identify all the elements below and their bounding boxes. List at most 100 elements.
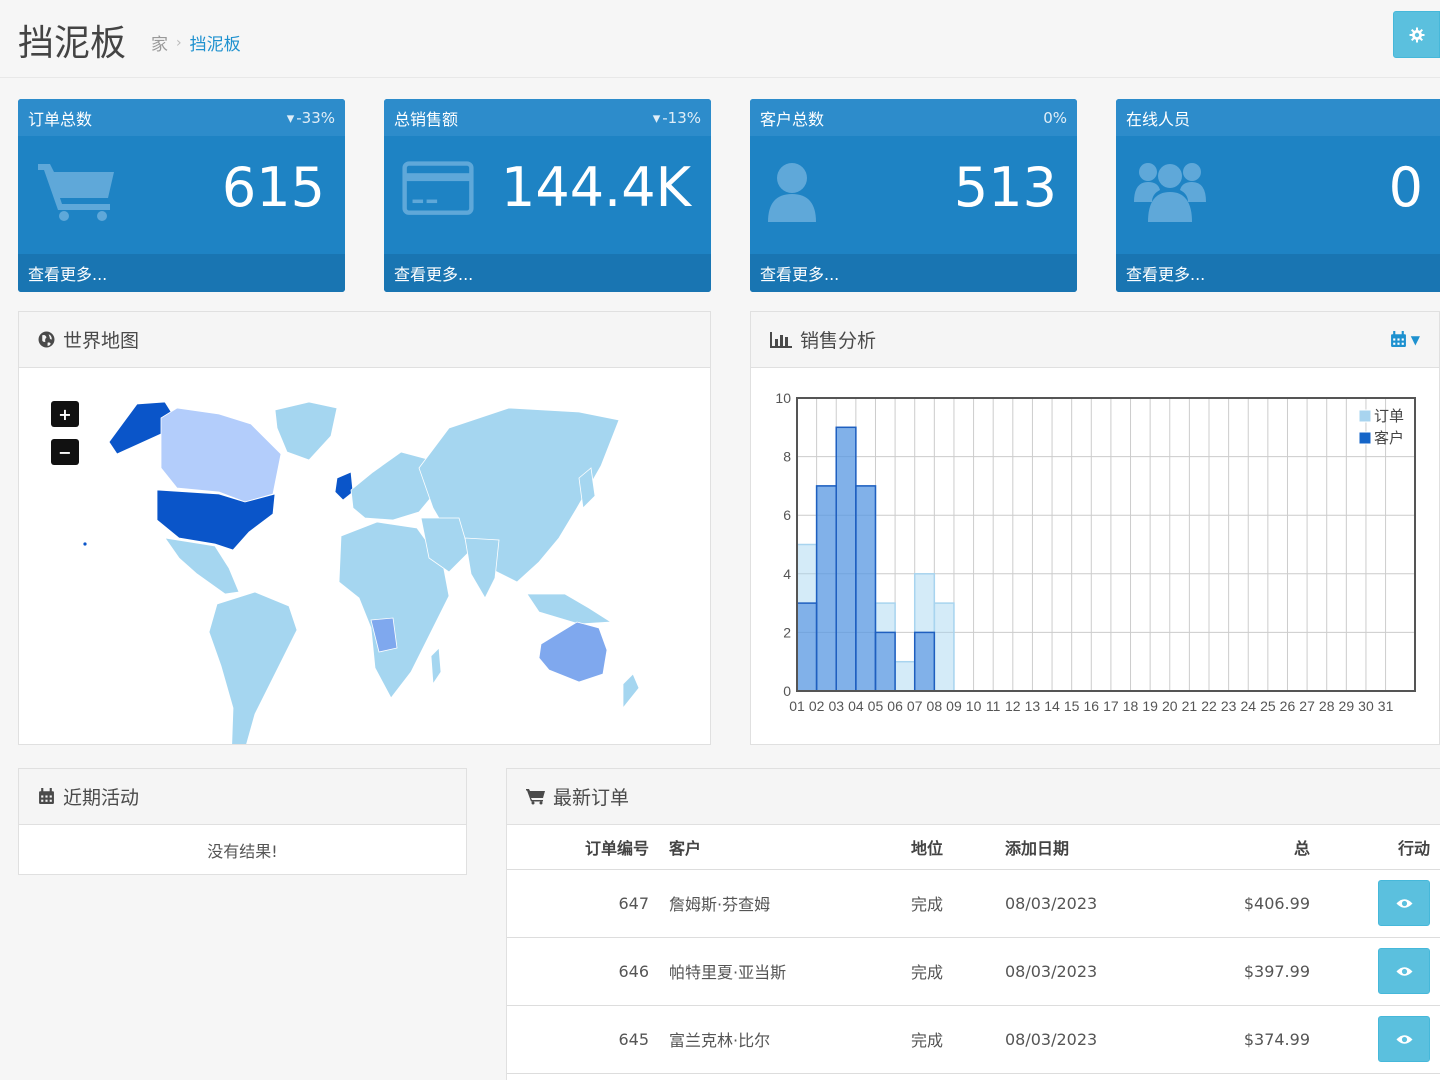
col-order-id[interactable]: 订单编号: [507, 825, 659, 870]
tile-title: 总销售额: [394, 109, 459, 129]
settings-button[interactable]: [1393, 11, 1440, 58]
y-tick-label: 4: [783, 566, 791, 582]
breadcrumb-current[interactable]: 挡泥板: [190, 30, 241, 55]
col-status[interactable]: 地位: [901, 825, 995, 870]
world-map-panel: 世界地图 + −: [18, 311, 711, 745]
order-total: $397.99: [1175, 937, 1320, 1006]
x-tick-label: 21: [1182, 698, 1198, 714]
map-country-canada: [160, 407, 282, 503]
view-more-link[interactable]: 查看更多...: [384, 254, 711, 292]
view-more-link[interactable]: 查看更多...: [1116, 254, 1440, 292]
map-country-new-zealand: [622, 673, 640, 710]
page-title: 挡泥板: [18, 23, 127, 64]
orders-table: 订单编号 客户 地位 添加日期 总 行动 647 詹姆斯·芬查姆 完成 08/0…: [507, 825, 1440, 1074]
order-customer: 帕特里夏·亚当斯: [659, 937, 901, 1006]
x-tick-label: 09: [946, 698, 962, 714]
tile-title: 在线人员: [1126, 109, 1191, 129]
y-tick-label: 10: [775, 390, 791, 406]
order-total: $406.99: [1175, 869, 1320, 938]
x-tick-label: 15: [1064, 698, 1080, 714]
bar-orders: [894, 660, 916, 692]
order-date: 08/03/2023: [995, 869, 1175, 938]
map-country-greenland: [274, 401, 338, 461]
y-tick-label: 8: [783, 449, 791, 465]
view-order-button[interactable]: [1378, 948, 1430, 994]
order-date: 08/03/2023: [995, 1005, 1175, 1074]
x-tick-label: 03: [828, 698, 844, 714]
tile-value: 144.4K: [500, 156, 691, 219]
bar-customers: [874, 631, 896, 692]
x-tick-label: 24: [1240, 698, 1256, 714]
date-range-dropdown[interactable]: ▼: [1390, 331, 1420, 348]
x-tick-label: 22: [1201, 698, 1217, 714]
col-total[interactable]: 总: [1175, 825, 1320, 870]
bar-orders: [933, 602, 955, 692]
map-country-hawaii: [82, 541, 88, 547]
map-country-australia: [538, 621, 608, 683]
tile-total-sales: 总销售额 ▾ -13% 144.4K 查看更多...: [384, 99, 711, 292]
order-status: 完成: [901, 869, 995, 938]
tile-delta: -33%: [296, 108, 335, 127]
tile-total-customers: 客户总数 0% 513 查看更多...: [750, 99, 1077, 292]
order-date: 08/03/2023: [995, 937, 1175, 1006]
view-order-button[interactable]: [1378, 1016, 1430, 1062]
panel-title: 最新订单: [553, 787, 630, 809]
view-order-button[interactable]: [1378, 880, 1430, 926]
col-date-added[interactable]: 添加日期: [995, 825, 1175, 870]
x-tick-label: 10: [966, 698, 982, 714]
world-map[interactable]: + −: [19, 368, 710, 744]
x-tick-label: 26: [1280, 698, 1296, 714]
x-tick-label: 18: [1123, 698, 1139, 714]
x-tick-label: 28: [1319, 698, 1335, 714]
user-icon: [768, 163, 816, 222]
col-customer[interactable]: 客户: [659, 825, 901, 870]
x-tick-label: 29: [1339, 698, 1355, 714]
empty-message: 没有结果!: [207, 842, 278, 861]
y-tick-label: 2: [783, 624, 791, 640]
bar-customers: [815, 485, 837, 692]
calendar-icon: [39, 788, 54, 804]
x-tick-label: 05: [868, 698, 884, 714]
table-row: 647 詹姆斯·芬查姆 完成 08/03/2023 $406.99: [507, 869, 1440, 938]
panel-title: 世界地图: [63, 330, 140, 352]
legend-label: 订单: [1374, 407, 1404, 425]
users-icon: [1134, 163, 1206, 222]
globe-icon: [38, 331, 55, 348]
x-tick-label: 25: [1260, 698, 1276, 714]
legend-swatch: [1358, 409, 1372, 423]
sales-analysis-panel: 销售分析 ▼ 0 2 4 6 8 10 01 02 03 04 05 06 07 08 09 10 11 12 13…: [750, 311, 1440, 745]
x-tick-label: 13: [1025, 698, 1041, 714]
bar-customers: [913, 631, 936, 692]
x-tick-label: 07: [907, 698, 923, 714]
eye-icon: [1396, 898, 1412, 908]
view-more-link[interactable]: 查看更多...: [750, 254, 1077, 292]
caret-down-icon: ▼: [1410, 332, 1420, 347]
breadcrumb-separator-icon: ›: [176, 34, 182, 51]
bar-customers: [796, 602, 818, 692]
order-total: $374.99: [1175, 1005, 1320, 1074]
tile-total-orders: 订单总数 ▾ -33% 615 查看更多...: [18, 99, 345, 292]
x-tick-label: 08: [927, 698, 943, 714]
bar-customers: [855, 485, 877, 692]
x-tick-label: 04: [848, 698, 864, 714]
calendar-icon: [1390, 331, 1406, 347]
breadcrumb-home[interactable]: 家: [151, 30, 168, 55]
order-id: 646: [507, 937, 659, 1006]
view-more-link[interactable]: 查看更多...: [18, 254, 345, 292]
bar-chart-icon: [770, 331, 792, 348]
caret-down-icon: ▾: [652, 108, 661, 127]
gear-icon: [1409, 27, 1424, 42]
credit-card-icon: [402, 161, 474, 215]
shopping-cart-icon: [526, 789, 545, 805]
x-tick-label: 14: [1044, 698, 1060, 714]
tile-value: 0: [1388, 156, 1423, 219]
tile-value: 513: [953, 156, 1057, 219]
tile-value: 615: [221, 156, 325, 219]
order-customer: 詹姆斯·芬查姆: [659, 869, 901, 938]
tile-title: 订单总数: [28, 109, 93, 129]
legend-swatch: [1358, 431, 1372, 445]
x-tick-label: 01: [789, 698, 805, 714]
legend-label: 客户: [1374, 429, 1404, 447]
breadcrumb: 家 › 挡泥板: [151, 30, 241, 56]
order-id: 647: [507, 869, 659, 938]
